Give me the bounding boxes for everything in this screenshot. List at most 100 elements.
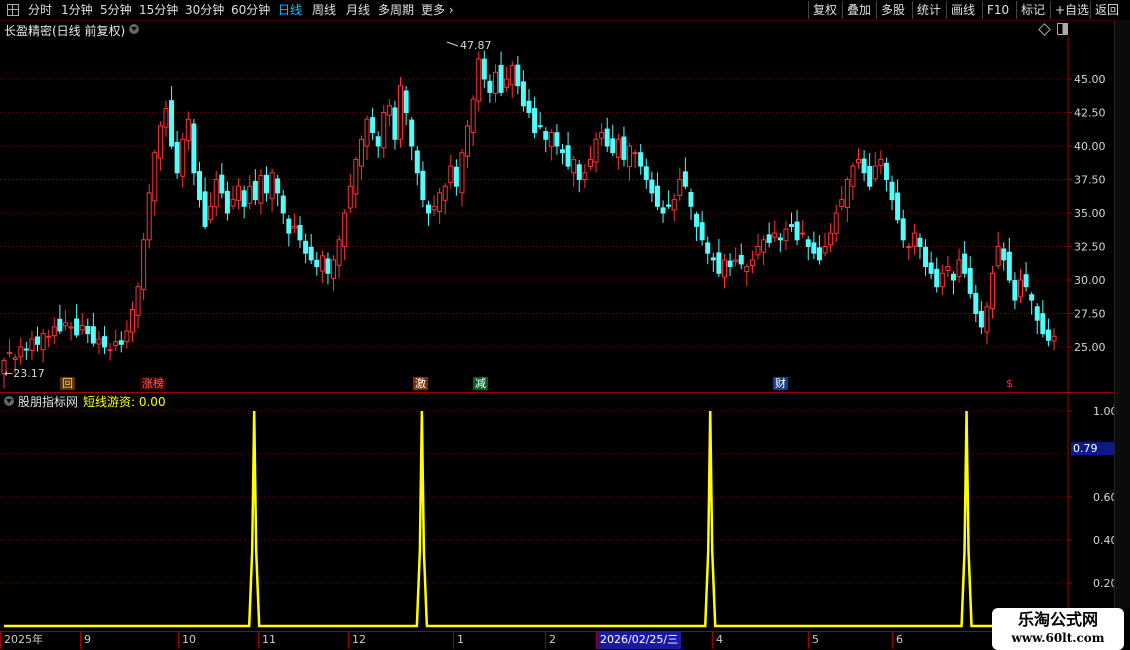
candlestick[interactable] xyxy=(291,213,297,234)
candlestick[interactable] xyxy=(409,117,415,161)
candlestick[interactable] xyxy=(90,312,96,347)
candlestick[interactable] xyxy=(627,142,633,181)
candlestick[interactable] xyxy=(643,158,649,189)
candlestick[interactable] xyxy=(453,159,459,196)
candlestick[interactable] xyxy=(498,51,504,96)
candlestick[interactable] xyxy=(571,155,577,187)
event-marker-zhangbang[interactable]: 涨榜 xyxy=(140,377,166,390)
candlestick[interactable] xyxy=(939,264,945,296)
candlestick[interactable] xyxy=(833,204,839,243)
candlestick[interactable] xyxy=(766,222,772,248)
candlestick[interactable] xyxy=(900,209,906,248)
candlestick[interactable] xyxy=(353,156,359,209)
toolbar-button-3[interactable]: 统计 xyxy=(912,1,945,19)
period-tab-3[interactable]: 15分钟 xyxy=(139,1,178,19)
candlestick[interactable] xyxy=(917,233,923,260)
candlestick[interactable] xyxy=(35,326,41,352)
toolbar-button-7[interactable]: +自选 xyxy=(1050,1,1093,19)
candlestick[interactable] xyxy=(515,56,521,95)
candlestick[interactable] xyxy=(984,301,990,345)
candlestick[interactable] xyxy=(275,174,281,207)
candlestick[interactable] xyxy=(113,329,119,352)
right-side-panel[interactable] xyxy=(1114,20,1130,608)
candlestick[interactable] xyxy=(29,330,35,360)
candlestick[interactable] xyxy=(532,96,538,139)
candlestick[interactable] xyxy=(554,124,560,155)
candlestick[interactable] xyxy=(252,169,258,205)
period-tab-4[interactable]: 30分钟 xyxy=(185,1,224,19)
candlestick[interactable] xyxy=(1034,303,1040,334)
candlestick[interactable] xyxy=(414,146,420,186)
candlestick[interactable] xyxy=(364,115,370,160)
diamond-icon[interactable] xyxy=(1038,23,1051,36)
candlestick[interactable] xyxy=(448,154,454,189)
candlestick[interactable] xyxy=(872,151,878,183)
candlestick[interactable] xyxy=(1023,262,1029,292)
candlestick[interactable] xyxy=(956,248,962,283)
toolbar-button-6[interactable]: 标记 xyxy=(1016,1,1049,19)
candlestick[interactable] xyxy=(520,70,526,112)
candlestick[interactable] xyxy=(381,105,387,158)
candlestick[interactable] xyxy=(604,117,610,153)
price-chart[interactable]: 45.00 42.50 40.00 37.50 35.00 32.50 30.00 27.50… xyxy=(0,36,1130,392)
candlestick[interactable] xyxy=(945,255,951,278)
candlestick[interactable] xyxy=(839,185,845,211)
candlestick[interactable] xyxy=(772,220,778,243)
toolbar-button-1[interactable]: 叠加 xyxy=(842,1,875,19)
candlestick[interactable] xyxy=(481,50,487,88)
candlestick[interactable] xyxy=(314,251,320,276)
candlestick[interactable] xyxy=(297,216,303,248)
event-marker-ji[interactable]: 激 xyxy=(413,377,428,390)
candlestick[interactable] xyxy=(336,235,342,278)
period-tab-1[interactable]: 1分钟 xyxy=(61,1,93,19)
candlestick[interactable] xyxy=(102,326,108,354)
candlestick[interactable] xyxy=(174,131,180,179)
candlestick[interactable] xyxy=(191,118,197,186)
candlestick[interactable] xyxy=(923,239,929,276)
candlestick[interactable] xyxy=(582,164,588,189)
candlestick[interactable] xyxy=(219,163,225,199)
candlestick[interactable] xyxy=(828,223,834,253)
candlestick[interactable] xyxy=(560,143,566,165)
event-marker-jian[interactable]: 减 xyxy=(473,377,488,390)
candlestick[interactable] xyxy=(638,144,644,175)
candlestick[interactable] xyxy=(85,318,91,344)
candlestick[interactable] xyxy=(950,271,956,295)
candlestick[interactable] xyxy=(264,166,269,202)
candlestick[interactable] xyxy=(861,150,867,182)
candlestick[interactable] xyxy=(392,100,398,150)
candlestick[interactable] xyxy=(761,235,767,266)
candlestick[interactable] xyxy=(721,253,727,289)
panel-toggle-icon[interactable] xyxy=(1057,23,1068,35)
event-marker-dollar[interactable]: $ xyxy=(1004,377,1015,390)
candlestick[interactable] xyxy=(425,200,431,226)
candlestick[interactable] xyxy=(437,187,443,224)
candlestick[interactable] xyxy=(777,232,783,253)
candlestick[interactable] xyxy=(995,232,1001,269)
candlestick[interactable] xyxy=(185,111,191,151)
candlestick[interactable] xyxy=(124,320,130,349)
candlestick[interactable] xyxy=(906,242,912,261)
toolbar-button-2[interactable]: 多股 xyxy=(876,1,909,19)
candlestick[interactable] xyxy=(727,253,733,277)
candlestick[interactable] xyxy=(286,215,292,247)
candlestick[interactable] xyxy=(878,150,884,175)
candlestick[interactable] xyxy=(1006,237,1012,284)
candlestick[interactable] xyxy=(370,107,376,141)
indicator-series-line[interactable] xyxy=(4,410,1066,628)
candlestick[interactable] xyxy=(565,131,571,170)
event-marker-hui[interactable]: 回 xyxy=(60,377,75,390)
candlestick[interactable] xyxy=(576,160,582,193)
candlestick[interactable] xyxy=(755,233,761,260)
candlestick[interactable] xyxy=(621,126,627,167)
candlestick[interactable] xyxy=(196,161,202,208)
candlestick[interactable] xyxy=(241,185,247,219)
candlestick[interactable] xyxy=(269,168,275,212)
candlestick[interactable] xyxy=(7,338,13,358)
candlestick[interactable] xyxy=(688,188,694,220)
candlestick[interactable] xyxy=(895,179,901,224)
candlestick[interactable] xyxy=(962,241,968,278)
candlestick[interactable] xyxy=(677,167,683,201)
candlestick[interactable] xyxy=(850,162,856,200)
candlestick[interactable] xyxy=(236,178,242,210)
